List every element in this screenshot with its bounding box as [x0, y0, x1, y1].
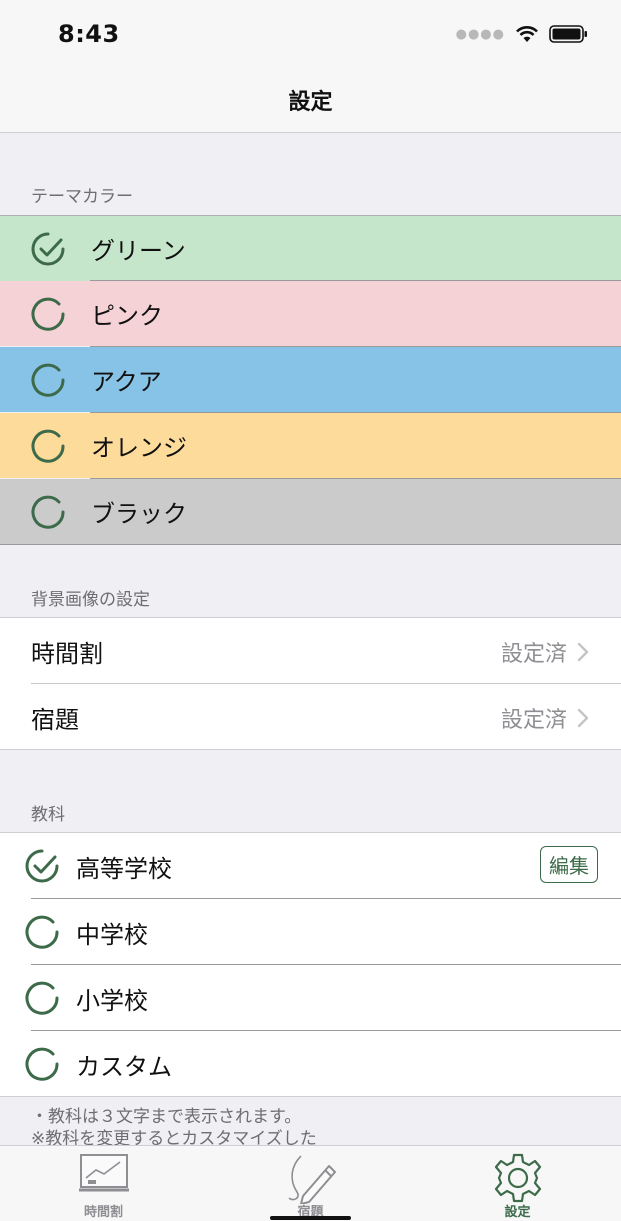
unchecked-circle-icon: [31, 297, 65, 331]
subject-row-high-school[interactable]: 高等学校 編集: [0, 833, 621, 898]
subject-label: 高等学校: [76, 855, 172, 883]
row-label: 宿題: [31, 706, 79, 734]
tab-homework[interactable]: 宿題: [207, 1146, 414, 1221]
home-indicator: [270, 1216, 351, 1220]
row-detail: 設定済: [501, 702, 589, 734]
subject-label: 小学校: [76, 987, 148, 1015]
subject-section-header: 教科: [31, 805, 65, 825]
unchecked-circle-icon: [25, 915, 59, 949]
background-group: 時間割 設定済 宿題 設定済: [0, 617, 621, 750]
background-row-homework[interactable]: 宿題 設定済: [0, 684, 621, 749]
unchecked-circle-icon: [31, 363, 65, 397]
edit-button[interactable]: 編集: [540, 846, 598, 883]
row-label: 時間割: [31, 640, 103, 668]
signal-dots-icon: ●●●●: [455, 26, 505, 42]
background-section-header: 背景画像の設定: [31, 590, 150, 610]
status-bar: 8:43 ●●●●: [0, 0, 621, 66]
tab-label: 時間割: [83, 1205, 123, 1220]
status-value: 設定済: [500, 708, 567, 733]
tab-timetable[interactable]: 時間割: [0, 1146, 207, 1221]
battery-icon: [549, 25, 587, 43]
note-line: ・教科は３文字まで表示されます。: [31, 1107, 302, 1127]
wifi-icon: [516, 26, 538, 42]
subject-label: カスタム: [76, 1053, 172, 1081]
timetable-icon: [78, 1154, 129, 1192]
checked-circle-icon: [25, 849, 59, 883]
chevron-right-icon: [577, 708, 589, 728]
chevron-right-icon: [577, 642, 589, 662]
subject-label: 中学校: [76, 921, 148, 949]
status-icons: ●●●●: [456, 24, 589, 44]
theme-label: グリーン: [91, 237, 186, 265]
status-value: 設定済: [500, 642, 567, 667]
background-row-timetable[interactable]: 時間割 設定済: [0, 618, 621, 683]
gear-icon: [494, 1153, 541, 1203]
subject-group: 高等学校 編集 中学校 小学校 カスタム: [0, 832, 621, 1097]
theme-section-header: テーマカラー: [31, 187, 133, 207]
subject-row-custom[interactable]: カスタム: [0, 1031, 621, 1096]
tab-label: 設定: [504, 1205, 531, 1220]
divider: [0, 544, 621, 545]
theme-row-pink[interactable]: ピンク: [0, 281, 621, 346]
subject-row-elementary[interactable]: 小学校: [0, 965, 621, 1030]
theme-label: ブラック: [91, 500, 187, 528]
page-title: 設定: [288, 90, 333, 115]
theme-row-orange[interactable]: オレンジ: [0, 413, 621, 478]
theme-label: オレンジ: [91, 434, 187, 462]
unchecked-circle-icon: [25, 1047, 59, 1081]
theme-row-black[interactable]: ブラック: [0, 479, 621, 544]
unchecked-circle-icon: [31, 495, 65, 529]
navigation-bar: 設定: [0, 66, 621, 133]
unchecked-circle-icon: [25, 981, 59, 1015]
checked-circle-icon: [31, 232, 65, 266]
unchecked-circle-icon: [31, 429, 65, 463]
pencil-icon: [287, 1155, 336, 1204]
row-detail: 設定済: [501, 636, 589, 668]
subject-row-junior-high[interactable]: 中学校: [0, 899, 621, 964]
theme-row-green[interactable]: グリーン: [0, 216, 621, 281]
status-time: 8:43: [58, 20, 120, 48]
theme-label: アクア: [91, 368, 162, 396]
tab-bar: 時間割 宿題 設定: [0, 1145, 621, 1221]
subject-footer-note: ・教科は３文字まで表示されます。 ※教科を変更するとカスタマイズした: [31, 1106, 317, 1150]
theme-label: ピンク: [91, 302, 163, 330]
tab-settings[interactable]: 設定: [414, 1146, 621, 1221]
theme-row-aqua[interactable]: アクア: [0, 347, 621, 412]
